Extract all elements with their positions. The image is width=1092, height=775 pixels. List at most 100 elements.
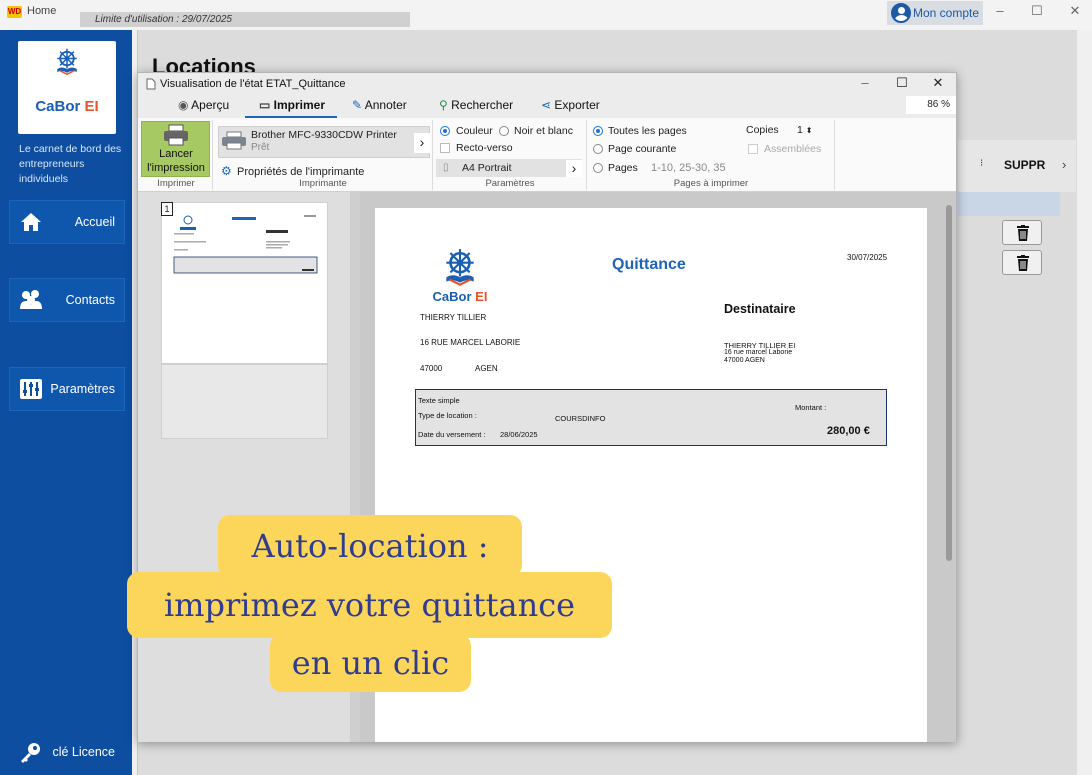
paper-format-value: A4 Portrait xyxy=(462,162,512,174)
license-button[interactable]: clé Licence xyxy=(9,730,125,772)
chevron-right-icon[interactable]: › xyxy=(566,160,582,177)
minimize-button[interactable]: – xyxy=(985,3,1015,21)
logo-text: CaBor EI xyxy=(18,98,116,115)
dialog-title: Visualisation de l'état ETAT_Quittance xyxy=(160,78,346,90)
key-icon xyxy=(18,741,44,765)
zoom-level[interactable]: 86 % xyxy=(906,96,956,114)
document-logo-text: CaBor EI xyxy=(427,289,493,304)
share-icon: ⋖ xyxy=(541,98,555,112)
home-icon xyxy=(18,211,44,235)
launch-print-label: Lancer l'impression xyxy=(147,148,205,174)
trash-icon xyxy=(1017,255,1029,271)
radio-noir-blanc[interactable] xyxy=(499,126,509,136)
copies-stepper[interactable]: 1 ⬍ xyxy=(797,124,812,136)
dialog-minimize-button[interactable]: – xyxy=(850,75,880,93)
radio-pages-label: Pages xyxy=(608,162,638,174)
tab-imprimer[interactable]: ▭ Imprimer xyxy=(259,98,325,112)
checkbox-recto-verso[interactable] xyxy=(440,143,450,153)
page-number-badge: 1 xyxy=(161,202,173,216)
delete-button[interactable] xyxy=(1002,220,1042,245)
printer-icon xyxy=(164,124,188,146)
copies-value: 1 xyxy=(797,124,803,136)
recipient-address: 16 rue marcel Laborie xyxy=(724,349,793,356)
group-label-pages: Pages à imprimer xyxy=(673,178,749,189)
checkbox-assemblees-label: Assemblées xyxy=(764,143,822,155)
radio-page-courante-label: Page courante xyxy=(608,143,677,155)
tab-exporter[interactable]: ⋖ Exporter xyxy=(541,98,600,112)
group-label-imprimer: Imprimer xyxy=(157,178,195,189)
document-icon xyxy=(146,78,156,90)
column-sort-handle[interactable]: ⁝ xyxy=(980,158,983,169)
tab-label: Aperçu xyxy=(191,98,230,112)
logo-main: CaBor xyxy=(432,289,472,304)
group-label-imprimante: Imprimante xyxy=(299,178,347,189)
sidebar-item-parametres[interactable]: Paramètres xyxy=(9,367,125,411)
amount-label: Montant : xyxy=(795,403,827,412)
sidebar-item-label: Accueil xyxy=(74,215,115,229)
sender-name: THIERRY TILLIER xyxy=(420,313,487,322)
tab-label: Exporter xyxy=(554,98,600,112)
tagline: Le carnet de bord des entrepreneurs indi… xyxy=(19,143,122,185)
promo-line-2: imprimez votre quittance xyxy=(127,572,612,638)
chevron-right-icon[interactable]: › xyxy=(1062,157,1066,172)
tab-apercu[interactable]: ◉ Aperçu xyxy=(178,98,229,112)
user-icon[interactable] xyxy=(891,3,911,23)
payment-details-box xyxy=(415,389,887,446)
page-thumbnail-blank[interactable] xyxy=(161,364,328,439)
app-logo: WD xyxy=(7,6,22,18)
dialog-maximize-button[interactable]: ☐ xyxy=(887,75,917,93)
checkbox-assemblees[interactable] xyxy=(748,144,758,154)
stepper-arrows-icon[interactable]: ⬍ xyxy=(806,126,813,135)
tab-annoter[interactable]: ✎ Annoter xyxy=(352,98,407,112)
ribbon-separator xyxy=(586,120,587,190)
sidebar-item-accueil[interactable]: Accueil xyxy=(9,200,125,244)
contacts-icon xyxy=(18,289,44,313)
radio-toutes-pages[interactable] xyxy=(593,126,603,136)
printer-icon: ▭ xyxy=(259,98,274,112)
radio-couleur-label: Couleur xyxy=(456,125,493,137)
tab-label: Imprimer xyxy=(273,98,326,112)
maximize-button[interactable]: ☐ xyxy=(1022,3,1052,21)
license-label: clé Licence xyxy=(52,745,115,759)
chevron-right-icon[interactable]: › xyxy=(414,133,430,153)
recipient-city: 47000 AGEN xyxy=(724,357,765,364)
usage-limit-bar: Limite d'utilisation : 29/07/2025 xyxy=(80,12,410,27)
page-icon: ▯ xyxy=(443,162,449,173)
copies-label: Copies xyxy=(746,124,779,136)
promo-line-1: Auto-location : xyxy=(218,515,522,577)
ribbon-tabs: ◉ Aperçu ▭ Imprimer ✎ Annoter ⚲ Recherch… xyxy=(138,96,956,118)
radio-pages[interactable] xyxy=(593,163,603,173)
printer-properties-link[interactable]: Propriétés de l'imprimante xyxy=(237,166,364,178)
eye-icon: ◉ xyxy=(178,98,192,112)
trash-icon xyxy=(1017,225,1029,241)
promo-line-3: en un clic xyxy=(270,634,471,692)
tab-rechercher[interactable]: ⚲ Rechercher xyxy=(439,98,513,112)
radio-page-courante[interactable] xyxy=(593,144,603,154)
close-button[interactable]: ✕ xyxy=(1060,3,1090,21)
radio-toutes-pages-label: Toutes les pages xyxy=(608,125,687,137)
pages-range-input[interactable]: 1-10, 25-30, 35 xyxy=(651,162,726,174)
receipt-type: Texte simple xyxy=(418,396,460,405)
location-type-value: COURSDINFO xyxy=(555,414,606,423)
payment-date-label: Date du versement : xyxy=(418,430,486,439)
sidebar-item-contacts[interactable]: Contacts xyxy=(9,278,125,322)
printer-name: Brother MFC-9330CDW Printer xyxy=(251,129,397,141)
delete-button[interactable] xyxy=(1002,250,1042,275)
search-icon: ⚲ xyxy=(439,98,452,112)
checkbox-recto-verso-label: Recto-verso xyxy=(456,142,513,154)
sender-city: AGEN xyxy=(475,364,498,373)
ribbon-separator xyxy=(834,120,835,190)
printer-icon xyxy=(222,131,246,150)
logo-main: CaBor xyxy=(35,98,81,115)
recipient-title: Destinataire xyxy=(724,302,796,316)
vertical-scrollbar[interactable] xyxy=(946,205,952,561)
radio-noir-blanc-label: Noir et blanc xyxy=(514,125,573,137)
tab-label: Rechercher xyxy=(451,98,514,112)
document-date: 30/07/2025 xyxy=(847,253,888,262)
table-row-selected[interactable] xyxy=(958,192,1060,216)
tab-label: Annoter xyxy=(364,98,407,112)
sender-address: 16 RUE MARCEL LABORIE xyxy=(420,338,521,347)
radio-couleur[interactable] xyxy=(440,126,450,136)
dialog-close-button[interactable]: ✕ xyxy=(923,75,953,93)
page-thumbnail[interactable] xyxy=(161,202,328,364)
